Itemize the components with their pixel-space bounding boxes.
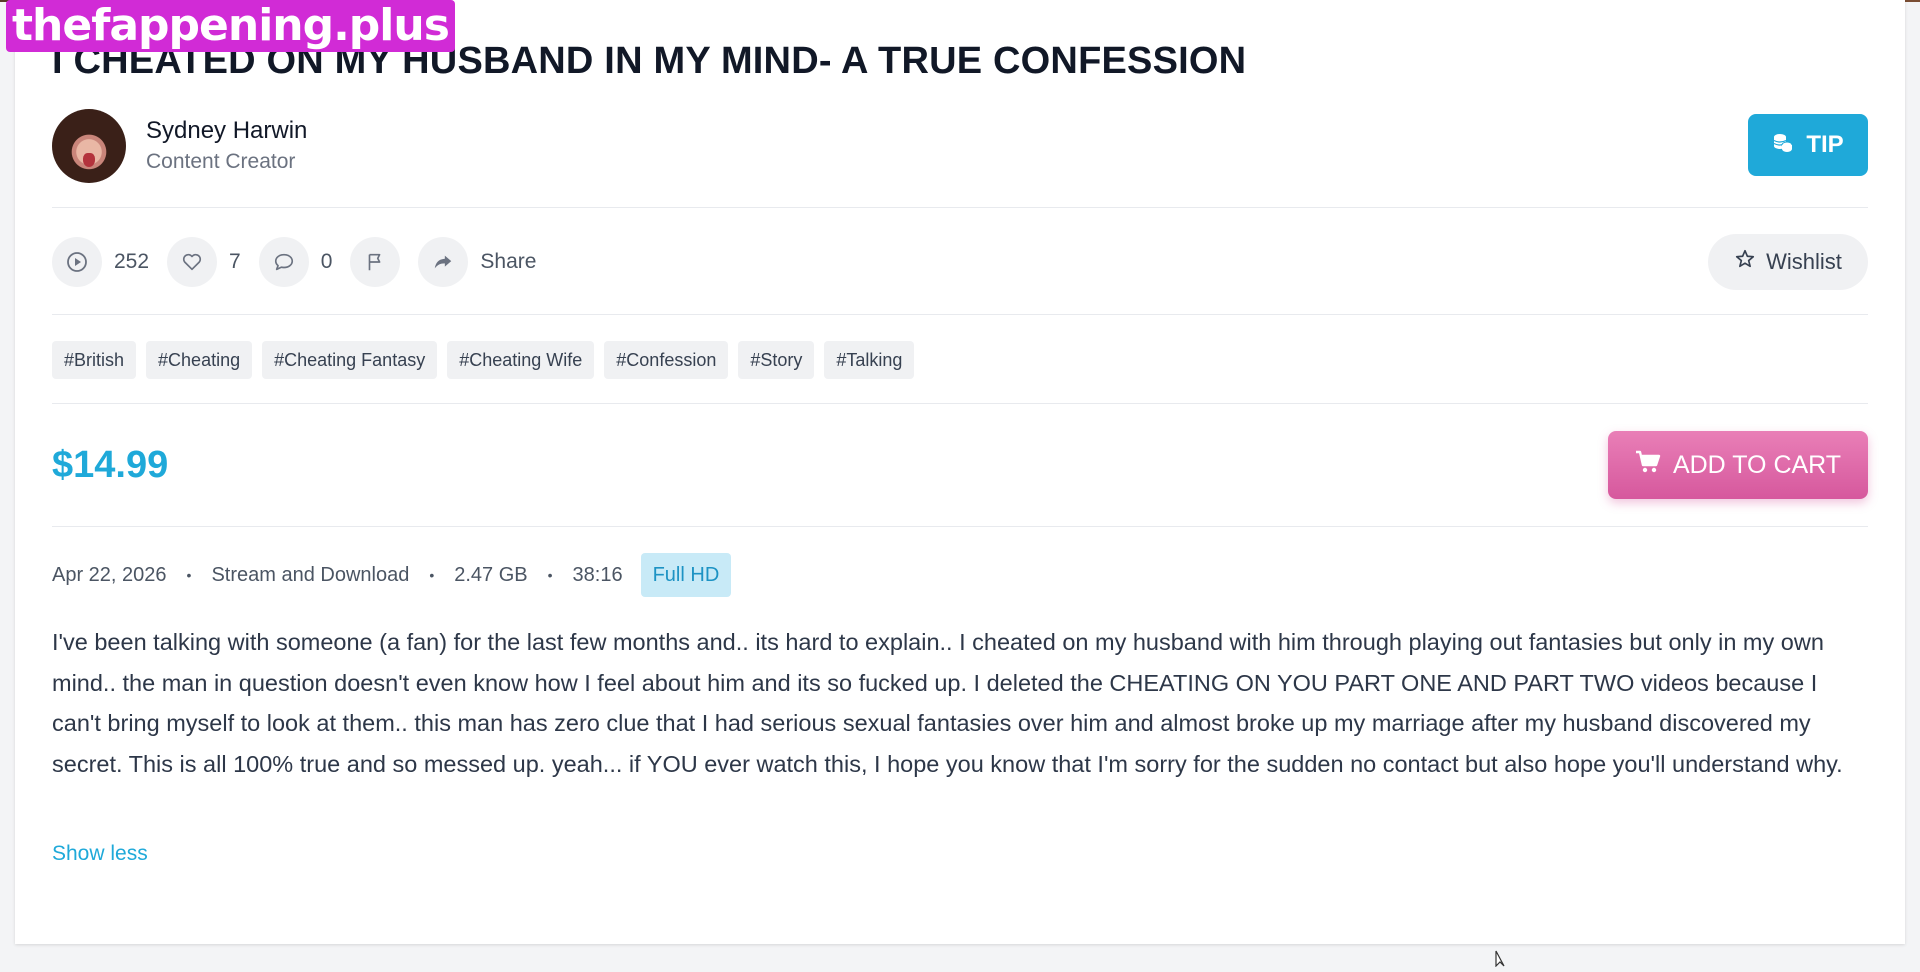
coins-icon <box>1772 131 1794 160</box>
creator-name[interactable]: Sydney Harwin <box>146 115 307 147</box>
report-button[interactable] <box>350 237 401 287</box>
product-card: I CHEATED ON MY HUSBAND IN MY MIND- A TR… <box>15 0 1905 944</box>
tag-confession[interactable]: #Confession <box>604 341 729 379</box>
star-icon <box>1734 248 1756 276</box>
quality-badge: Full HD <box>640 553 732 597</box>
add-to-cart-button[interactable]: ADD TO CART <box>1608 431 1868 499</box>
creator-role: Content Creator <box>146 149 296 173</box>
tag-cheating-fantasy[interactable]: #Cheating Fantasy <box>262 341 438 379</box>
duration: 38:16 <box>572 563 623 586</box>
cart-label: ADD TO CART <box>1672 450 1842 479</box>
watermark-logo: thefappening.plus <box>6 0 455 52</box>
avatar[interactable] <box>52 108 126 183</box>
creator-block[interactable]: Sydney Harwin Content Creator <box>52 108 307 183</box>
mouse-cursor-icon <box>1495 950 1515 972</box>
separator: • <box>429 567 435 583</box>
flag-icon[interactable] <box>350 237 401 287</box>
tip-button[interactable]: TIP <box>1748 114 1868 176</box>
heart-icon[interactable] <box>167 237 218 287</box>
views-stat: 252 <box>52 237 149 287</box>
play-icon <box>52 237 102 287</box>
tag-cheating-wife[interactable]: #Cheating Wife <box>447 341 595 379</box>
share-label[interactable]: Share <box>480 250 536 274</box>
separator: • <box>186 567 192 583</box>
divider <box>52 207 1868 208</box>
separator: • <box>547 567 553 583</box>
wishlist-button[interactable]: Wishlist <box>1708 234 1868 290</box>
price: $14.99 <box>52 444 169 486</box>
release-date: Apr 22, 2026 <box>52 563 167 586</box>
divider <box>52 314 1868 315</box>
cart-icon <box>1635 450 1661 481</box>
tag-cheating[interactable]: #Cheating <box>146 341 253 379</box>
likes-count: 7 <box>229 250 241 273</box>
share-button[interactable]: Share <box>418 237 536 287</box>
tip-label: TIP <box>1806 131 1844 158</box>
divider <box>52 526 1868 527</box>
tag-british[interactable]: #British <box>52 341 137 379</box>
tag-talking[interactable]: #Talking <box>824 341 915 379</box>
tag-story[interactable]: #Story <box>738 341 815 379</box>
description: I've been talking with someone (a fan) f… <box>52 629 1843 777</box>
like-button[interactable]: 7 <box>167 237 241 287</box>
stats-bar: 252 7 0 Share <box>52 236 554 288</box>
divider <box>52 403 1868 404</box>
access-type: Stream and Download <box>211 563 410 586</box>
show-less-link[interactable]: Show less <box>52 842 148 866</box>
views-count: 252 <box>114 250 150 273</box>
comments-count: 0 <box>320 250 333 273</box>
comment-icon[interactable] <box>258 237 309 287</box>
share-icon[interactable] <box>418 237 469 287</box>
tag-list: #British #Cheating #Cheating Fantasy #Ch… <box>52 341 915 379</box>
product-meta: Apr 22, 2026 • Stream and Download • 2.4… <box>52 553 732 597</box>
comments-button[interactable]: 0 <box>258 237 333 287</box>
wishlist-label: Wishlist <box>1766 249 1842 274</box>
file-size: 2.47 GB <box>454 563 528 586</box>
